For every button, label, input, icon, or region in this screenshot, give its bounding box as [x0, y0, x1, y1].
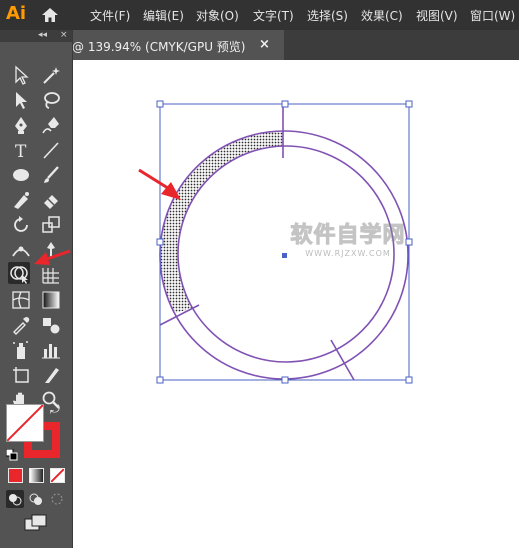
- close-panel-icon[interactable]: ×: [60, 30, 68, 40]
- shape-builder-tool-icon[interactable]: [8, 262, 30, 284]
- shaper-tool-icon[interactable]: [10, 189, 32, 211]
- menu-view[interactable]: 视图(V): [416, 7, 458, 24]
- document-tab-title: @ 139.94% (CMYK/GPU 预览): [72, 40, 246, 54]
- menu-select[interactable]: 选择(S): [307, 7, 348, 24]
- eraser-tool-icon[interactable]: [40, 189, 62, 211]
- swap-fill-stroke-icon[interactable]: ⤾: [50, 402, 60, 417]
- artboard-tool-icon[interactable]: [10, 364, 32, 386]
- column-graph-tool-icon[interactable]: [40, 339, 62, 361]
- document-tab-bar: @ 139.94% (CMYK/GPU 预览) ×: [72, 30, 519, 60]
- svg-text:T: T: [15, 142, 27, 161]
- artboard-canvas[interactable]: 软件自学网 WWW.RJZXW.COM: [73, 60, 519, 548]
- menu-edit[interactable]: 编辑(E): [143, 7, 184, 24]
- tools-panel-header: ◂◂ ×: [0, 30, 72, 42]
- fill-swatch[interactable]: [6, 404, 44, 442]
- gradient-tool-icon[interactable]: [40, 289, 62, 311]
- pen-tool-icon[interactable]: [10, 114, 32, 136]
- draw-inside-icon[interactable]: [48, 490, 66, 508]
- menu-type[interactable]: 文字(T): [253, 7, 294, 24]
- direct-selection-tool-icon[interactable]: [10, 89, 32, 111]
- puppet-warp-tool-icon[interactable]: [40, 239, 62, 261]
- screen-mode-icon[interactable]: [24, 514, 48, 532]
- fill-stroke-widget[interactable]: ⤾: [4, 400, 68, 464]
- color-mode-color-icon[interactable]: [8, 468, 23, 483]
- symbol-sprayer-tool-icon[interactable]: [10, 339, 32, 361]
- watermark-title: 软件自学网: [290, 223, 406, 249]
- watermark: 软件自学网 WWW.RJZXW.COM: [273, 217, 423, 259]
- color-mode-none-icon[interactable]: [50, 468, 65, 483]
- paintbrush-tool-icon[interactable]: [40, 164, 62, 186]
- lasso-tool-icon[interactable]: [40, 89, 62, 111]
- draw-normal-icon[interactable]: [6, 490, 24, 508]
- close-icon[interactable]: ×: [259, 37, 270, 52]
- menu-window[interactable]: 窗口(W): [470, 7, 515, 24]
- tools-panel: ◂◂ × T ⤾: [0, 30, 73, 548]
- magic-wand-tool-icon[interactable]: [40, 64, 62, 86]
- draw-behind-icon[interactable]: [27, 490, 45, 508]
- home-icon[interactable]: [40, 5, 60, 28]
- menu-file[interactable]: 文件(F): [90, 7, 130, 24]
- document-tab[interactable]: @ 139.94% (CMYK/GPU 预览) ×: [72, 30, 284, 60]
- menu-bar: Ai 文件(F) 编辑(E) 对象(O) 文字(T) 选择(S) 效果(C) 视…: [0, 0, 519, 30]
- artwork: [138, 100, 413, 384]
- rotate-tool-icon[interactable]: [10, 214, 32, 236]
- blend-tool-icon[interactable]: [40, 314, 62, 336]
- slice-tool-icon[interactable]: [40, 364, 62, 386]
- watermark-url: WWW.RJZXW.COM: [305, 249, 391, 258]
- menu-object[interactable]: 对象(O): [196, 7, 239, 24]
- eyedropper-tool-icon[interactable]: [10, 314, 32, 336]
- default-colors-icon[interactable]: [5, 446, 18, 465]
- selection-tool-icon[interactable]: [10, 64, 32, 86]
- ellipse-tool-icon[interactable]: [10, 164, 32, 186]
- mesh-tool-icon[interactable]: [10, 289, 32, 311]
- color-mode-gradient-icon[interactable]: [29, 468, 44, 483]
- type-tool-icon[interactable]: T: [10, 139, 32, 161]
- menu-effect[interactable]: 效果(C): [361, 7, 403, 24]
- curvature-tool-icon[interactable]: [40, 114, 62, 136]
- line-segment-tool-icon[interactable]: [40, 139, 62, 161]
- scale-tool-icon[interactable]: [40, 214, 62, 236]
- collapse-panel-icon[interactable]: ◂◂: [38, 30, 47, 40]
- width-tool-icon[interactable]: [10, 239, 32, 261]
- app-logo: Ai: [6, 3, 27, 24]
- perspective-grid-tool-icon[interactable]: [40, 264, 62, 286]
